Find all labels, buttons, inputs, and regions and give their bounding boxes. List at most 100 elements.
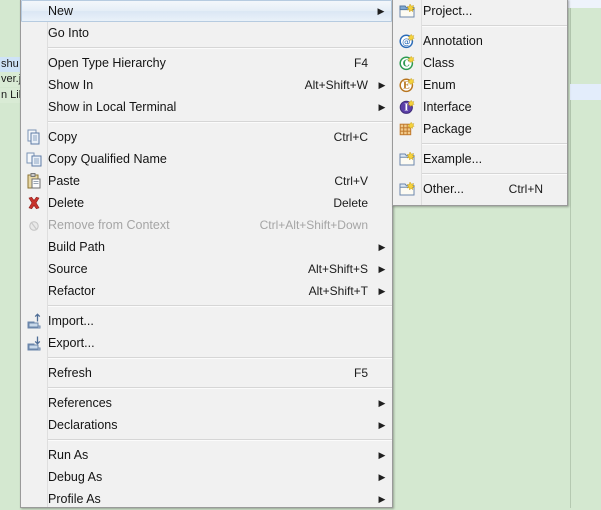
menu-item-shortcut: Ctrl+Alt+Shift+Down <box>259 218 368 232</box>
menu-item-example[interactable]: Example...▶ <box>393 148 567 170</box>
delete-icon <box>26 195 42 211</box>
annotation-icon: @ <box>399 33 415 49</box>
background-blue-strip <box>570 84 601 100</box>
menu-item-shortcut: F4 <box>353 56 368 70</box>
context-menu[interactable]: New▶Go Into▶Open Type HierarchyF4▶Show I… <box>20 0 393 508</box>
menu-item-label: Export... <box>48 336 95 350</box>
menu-item-label: Copy Qualified Name <box>48 152 167 166</box>
submenu-arrow-icon: ▶ <box>378 494 386 504</box>
menu-item-shortcut: Ctrl+C <box>333 130 368 144</box>
menu-separator <box>48 121 392 123</box>
submenu-arrow-icon: ▶ <box>378 286 386 296</box>
menu-item-paste[interactable]: PasteCtrl+V▶ <box>21 170 392 192</box>
menu-item-package[interactable]: Package▶ <box>393 118 567 140</box>
new-submenu[interactable]: Project...▶@Annotation▶CClass▶EEnum▶IInt… <box>392 0 568 206</box>
menu-item-shortcut: Alt+Shift+T <box>308 284 368 298</box>
menu-item-new[interactable]: New ▶ <box>21 0 392 22</box>
menu-item-label: Package <box>423 122 472 136</box>
menu-item-build-path[interactable]: Build Path ▶ <box>21 236 392 258</box>
menu-item-show-in[interactable]: Show In Alt+Shift+W ▶ <box>21 74 392 96</box>
menu-separator <box>48 357 392 359</box>
menu-item-label: Declarations <box>48 418 118 432</box>
menu-item-shortcut: Ctrl+N <box>508 182 543 196</box>
submenu-arrow-icon: ▶ <box>377 6 385 16</box>
menu-item-run-as[interactable]: Run As ▶ <box>21 444 392 466</box>
menu-item-remove-from-context[interactable]: Remove from ContextCtrl+Alt+Shift+Down▶ <box>21 214 392 236</box>
menu-item-copy-qualified-name[interactable]: Copy Qualified Name▶ <box>21 148 392 170</box>
menu-item-shortcut: F5 <box>353 366 368 380</box>
export-icon <box>26 335 42 351</box>
menu-item-label: Delete <box>48 196 85 210</box>
menu-item-other[interactable]: Other...Ctrl+N▶ <box>393 178 567 200</box>
import-icon <box>26 313 42 329</box>
menu-item-delete[interactable]: DeleteDelete▶ <box>21 192 392 214</box>
menu-item-label: Build Path <box>48 240 105 254</box>
menu-item-export[interactable]: Export...▶ <box>21 332 392 354</box>
submenu-arrow-icon: ▶ <box>378 398 386 408</box>
menu-item-label: Profile As <box>48 492 101 506</box>
menu-item-enum[interactable]: EEnum▶ <box>393 74 567 96</box>
menu-item-shortcut: Ctrl+V <box>334 174 368 188</box>
menu-item-label: Debug As <box>48 470 103 484</box>
submenu-arrow-icon: ▶ <box>378 242 386 252</box>
copy-qualified-name-icon <box>26 151 42 167</box>
menu-item-show-in-local-terminal[interactable]: Show in Local Terminal ▶ <box>21 96 392 118</box>
enum-icon: E <box>399 77 415 93</box>
menu-item-import[interactable]: Import...▶ <box>21 310 392 332</box>
menu-item-refactor[interactable]: Refactor Alt+Shift+T ▶ <box>21 280 392 302</box>
menu-item-label: Source <box>48 262 88 276</box>
menu-item-label: Refresh <box>48 366 92 380</box>
background-divider-line <box>570 0 571 508</box>
menu-item-profile-as[interactable]: Profile As ▶ <box>21 488 392 510</box>
submenu-arrow-icon: ▶ <box>378 264 386 274</box>
menu-item-interface[interactable]: IInterface▶ <box>393 96 567 118</box>
menu-item-label: Remove from Context <box>48 218 170 232</box>
menu-item-shortcut: Delete <box>333 196 368 210</box>
menu-item-label: Interface <box>423 100 472 114</box>
menu-item-debug-as[interactable]: Debug As ▶ <box>21 466 392 488</box>
context-menu-items: New▶Go Into▶Open Type HierarchyF4▶Show I… <box>21 0 392 510</box>
class-icon: C <box>399 55 415 71</box>
other-icon <box>399 181 416 197</box>
svg-text:I: I <box>404 104 408 114</box>
submenu-arrow-icon: ▶ <box>378 472 386 482</box>
menu-item-references[interactable]: References ▶ <box>21 392 392 414</box>
project-icon <box>399 3 416 19</box>
menu-item-class[interactable]: CClass▶ <box>393 52 567 74</box>
submenu-arrow-icon: ▶ <box>378 102 386 112</box>
copy-icon <box>26 129 42 145</box>
menu-item-label: Paste <box>48 174 80 188</box>
submenu-arrow-icon: ▶ <box>378 420 386 430</box>
menu-item-label: Import... <box>48 314 94 328</box>
menu-item-label: New <box>48 4 74 18</box>
menu-separator <box>48 305 392 307</box>
submenu-arrow-icon: ▶ <box>378 80 386 90</box>
menu-item-shortcut: Alt+Shift+W <box>304 78 368 92</box>
menu-item-annotation[interactable]: @Annotation▶ <box>393 30 567 52</box>
menu-item-declarations[interactable]: Declarations ▶ <box>21 414 392 436</box>
menu-item-copy[interactable]: CopyCtrl+C▶ <box>21 126 392 148</box>
menu-item-label: Copy <box>48 130 78 144</box>
menu-separator <box>422 25 567 27</box>
menu-item-label: Show in Local Terminal <box>48 100 177 114</box>
menu-separator <box>48 439 392 441</box>
menu-separator <box>48 47 392 49</box>
paste-icon <box>26 173 42 189</box>
menu-item-shortcut: Alt+Shift+S <box>307 262 368 276</box>
menu-item-label: Enum <box>423 78 456 92</box>
menu-item-label: Example... <box>423 152 483 166</box>
menu-item-go-into[interactable]: Go Into▶ <box>21 22 392 44</box>
menu-item-label: Annotation <box>423 34 483 48</box>
menu-item-open-type-hierarchy[interactable]: Open Type HierarchyF4▶ <box>21 52 392 74</box>
background-blue-strip-top <box>568 0 601 8</box>
interface-icon: I <box>399 99 415 115</box>
menu-item-label: Refactor <box>48 284 96 298</box>
package-icon <box>399 121 415 137</box>
menu-item-refresh[interactable]: RefreshF5▶ <box>21 362 392 384</box>
menu-item-source[interactable]: Source Alt+Shift+S ▶ <box>21 258 392 280</box>
menu-separator <box>422 143 567 145</box>
menu-item-label: Other... <box>423 182 464 196</box>
menu-item-label: Run As <box>48 448 89 462</box>
menu-item-project[interactable]: Project...▶ <box>393 0 567 22</box>
menu-item-label: Class <box>423 56 455 70</box>
